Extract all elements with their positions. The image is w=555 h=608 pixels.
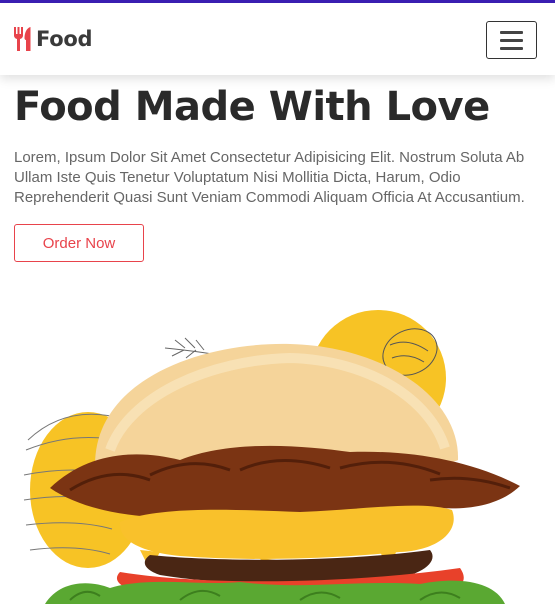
hero-title: Food Made With Love — [14, 84, 490, 130]
fork-knife-icon — [12, 26, 34, 52]
brand-name: Food — [36, 27, 93, 51]
hamburger-menu-icon — [500, 30, 523, 34]
hero-description: Lorem, Ipsum Dolor Sit Amet Consectetur … — [14, 149, 525, 206]
site-header: Food — [0, 3, 555, 75]
menu-toggle-button[interactable] — [486, 21, 537, 59]
brand-logo[interactable]: Food — [12, 25, 92, 53]
burger-illustration — [0, 300, 555, 604]
order-now-button[interactable]: Order Now — [14, 224, 144, 262]
